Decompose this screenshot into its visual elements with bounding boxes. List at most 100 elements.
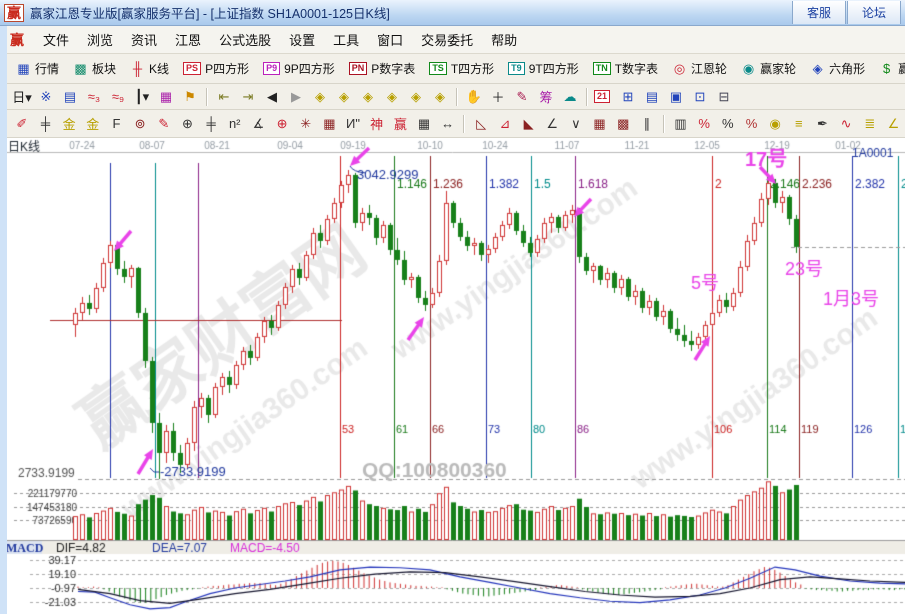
- tool-gold-ratio-2-icon[interactable]: 金: [82, 114, 104, 133]
- toolbar-sectors-button[interactable]: ▩板块: [67, 59, 122, 78]
- toolbar-p-square-button[interactable]: PSP四方形: [177, 59, 255, 78]
- tool-grid-ticks-icon[interactable]: ╪: [35, 114, 57, 133]
- tool-angle-ruler-icon[interactable]: ∡: [248, 114, 270, 133]
- menu-item-公式选股[interactable]: 公式选股: [210, 30, 280, 51]
- quotes-label: 行情: [35, 60, 59, 77]
- tool-grid-purple-icon[interactable]: ▦: [155, 87, 177, 106]
- tool-wave-3-icon[interactable]: ≈₃: [83, 87, 105, 106]
- 9p-square-label: 9P四方形: [284, 60, 335, 77]
- tool-diamond-cross-icon[interactable]: ◈: [405, 87, 427, 106]
- toolbar-9t-square-button[interactable]: T99T四方形: [502, 59, 585, 78]
- tool-v-line-icon[interactable]: ∨: [565, 114, 587, 133]
- toolbar-separator: [456, 88, 458, 106]
- toolbar-quotes-button[interactable]: ▦行情: [10, 59, 65, 78]
- tool-diamond-up-icon[interactable]: ◈: [357, 87, 379, 106]
- toolbar-p-table-button[interactable]: PNP数字表: [343, 59, 422, 78]
- menu-item-交易委托[interactable]: 交易委托: [412, 30, 482, 51]
- tool-gold-lines-icon[interactable]: ≡: [788, 114, 810, 133]
- tool-prev-icon[interactable]: ◀: [261, 87, 283, 106]
- tool-capture-icon[interactable]: ⊡: [689, 87, 711, 106]
- tool-f-tool-icon[interactable]: F: [106, 114, 128, 133]
- toolbar-separator: [663, 115, 665, 133]
- tool-i-quote-icon[interactable]: И": [342, 114, 364, 133]
- tool-red-grid-1-icon[interactable]: ▦: [589, 114, 611, 133]
- tool-flag-icon[interactable]: ⚑: [179, 87, 201, 106]
- menu-item-江恩[interactable]: 江恩: [166, 30, 210, 51]
- tool-red-grid-2-icon[interactable]: ▩: [612, 114, 634, 133]
- kline-chart-canvas[interactable]: [0, 138, 905, 614]
- tool-pen2-icon[interactable]: ✒: [812, 114, 834, 133]
- winner-wheel-icon: ◉: [741, 61, 756, 77]
- tool-period-day-icon[interactable]: 日▾: [11, 87, 33, 106]
- tool-notebook-icon[interactable]: ▤: [641, 87, 663, 106]
- tool-sine-icon[interactable]: ∿: [835, 114, 857, 133]
- tool-cloud-icon[interactable]: ☁: [559, 87, 581, 106]
- menu-item-浏览[interactable]: 浏览: [78, 30, 122, 51]
- tool-next-icon[interactable]: ▶: [285, 87, 307, 106]
- toolbar-t-table-button[interactable]: TNT数字表: [587, 59, 664, 78]
- tool-ruler-123-icon[interactable]: ▦: [413, 114, 435, 133]
- menu-item-资讯[interactable]: 资讯: [122, 30, 166, 51]
- tool-wave-9-icon[interactable]: ≈₉: [107, 87, 129, 106]
- tool-calculator-icon[interactable]: ⊞: [617, 87, 639, 106]
- tool-pct-7-icon[interactable]: %: [693, 114, 715, 133]
- tool-pct-line-icon[interactable]: %: [741, 114, 763, 133]
- tool-chip-icon[interactable]: 筹: [535, 87, 557, 106]
- tool-diamond-down-icon[interactable]: ◈: [381, 87, 403, 106]
- tool-gold-angle-icon[interactable]: ∠: [883, 114, 905, 133]
- menu-item-设置[interactable]: 设置: [280, 30, 324, 51]
- tool-diamond-all-icon[interactable]: ◈: [429, 87, 451, 106]
- title-bar: 赢 赢家江恩专业版[赢家服务平台] - [上证指数 SH1A0001-125日K…: [0, 0, 905, 26]
- tool-knot-icon[interactable]: ※: [35, 87, 57, 106]
- toolbar-gann-wheel-button[interactable]: ◎江恩轮: [666, 59, 733, 78]
- tool-span-arrows-icon[interactable]: ↔: [437, 114, 459, 133]
- tool-ying-tool-icon[interactable]: 赢: [390, 114, 412, 133]
- toolbar-winner-service-button[interactable]: $赢家服务: [873, 59, 905, 78]
- tool-gold-bars-icon[interactable]: ≣: [859, 114, 881, 133]
- tool-angle-line-icon[interactable]: ∠: [541, 114, 563, 133]
- tool-star-web-icon[interactable]: ✳: [295, 114, 317, 133]
- titlebar-button-service[interactable]: 客服: [792, 1, 846, 24]
- toolbar-hexagon-button[interactable]: ◈六角形: [804, 59, 871, 78]
- tool-diamond-right-icon[interactable]: ◈: [333, 87, 355, 106]
- toolbar-winner-wheel-button[interactable]: ◉赢家轮: [735, 59, 802, 78]
- 9p-square-icon: P9: [263, 62, 280, 75]
- tool-target-icon[interactable]: ⊕: [271, 114, 293, 133]
- tool-hand-icon[interactable]: ✋: [463, 87, 485, 106]
- menu-item-文件[interactable]: 文件: [34, 30, 78, 51]
- tool-pointer-icon[interactable]: ✎: [511, 87, 533, 106]
- tool-spiral-icon[interactable]: ⊚: [129, 114, 151, 133]
- tool-gann-fan-1-icon[interactable]: ◺: [470, 114, 492, 133]
- tool-square-web-icon[interactable]: ▦: [319, 114, 341, 133]
- toolbar-9p-square-button[interactable]: P9 9P四方形: [257, 59, 341, 78]
- menu-item-帮助[interactable]: 帮助: [482, 30, 526, 51]
- tool-first-bar-icon[interactable]: ⇤: [213, 87, 235, 106]
- tool-n-square-icon[interactable]: n²: [224, 114, 246, 133]
- tool-calendar-icon[interactable]: 21: [593, 87, 615, 106]
- tool-compass-icon[interactable]: ⊕: [177, 114, 199, 133]
- tool-pct-icon[interactable]: %: [717, 114, 739, 133]
- tool-parallel-icon[interactable]: ∥: [636, 114, 658, 133]
- kline-label: K线: [149, 60, 169, 77]
- tool-gold-circle-icon[interactable]: ◉: [764, 114, 786, 133]
- tool-measure-icon[interactable]: ▥: [670, 114, 692, 133]
- tool-diamond-left-icon[interactable]: ◈: [309, 87, 331, 106]
- tool-brush-icon[interactable]: ✐: [11, 114, 33, 133]
- menu-item-窗口[interactable]: 窗口: [368, 30, 412, 51]
- tool-candle-style-icon[interactable]: ┃▾: [131, 87, 153, 106]
- menu-item-工具[interactable]: 工具: [324, 30, 368, 51]
- tool-print-icon[interactable]: ⊟: [713, 87, 735, 106]
- tool-last-bar-icon[interactable]: ⇥: [237, 87, 259, 106]
- tool-crosshair-icon[interactable]: ＋: [487, 87, 509, 106]
- tool-save-icon[interactable]: ▣: [665, 87, 687, 106]
- titlebar-button-forum[interactable]: 论坛: [847, 1, 901, 24]
- toolbar-kline-button[interactable]: ╫K线: [124, 59, 175, 78]
- tool-gann-fan-3-icon[interactable]: ◣: [518, 114, 540, 133]
- toolbar-t-square-button[interactable]: TST四方形: [423, 59, 500, 78]
- tool-shen-tool-icon[interactable]: 神: [366, 114, 388, 133]
- tool-gann-fan-2-icon[interactable]: ⊿: [494, 114, 516, 133]
- tool-ruler-ticks-icon[interactable]: ╪: [200, 114, 222, 133]
- tool-gold-ratio-1-icon[interactable]: 金: [58, 114, 80, 133]
- tool-clipboard-icon[interactable]: ▤: [59, 87, 81, 106]
- tool-pencil-icon[interactable]: ✎: [153, 114, 175, 133]
